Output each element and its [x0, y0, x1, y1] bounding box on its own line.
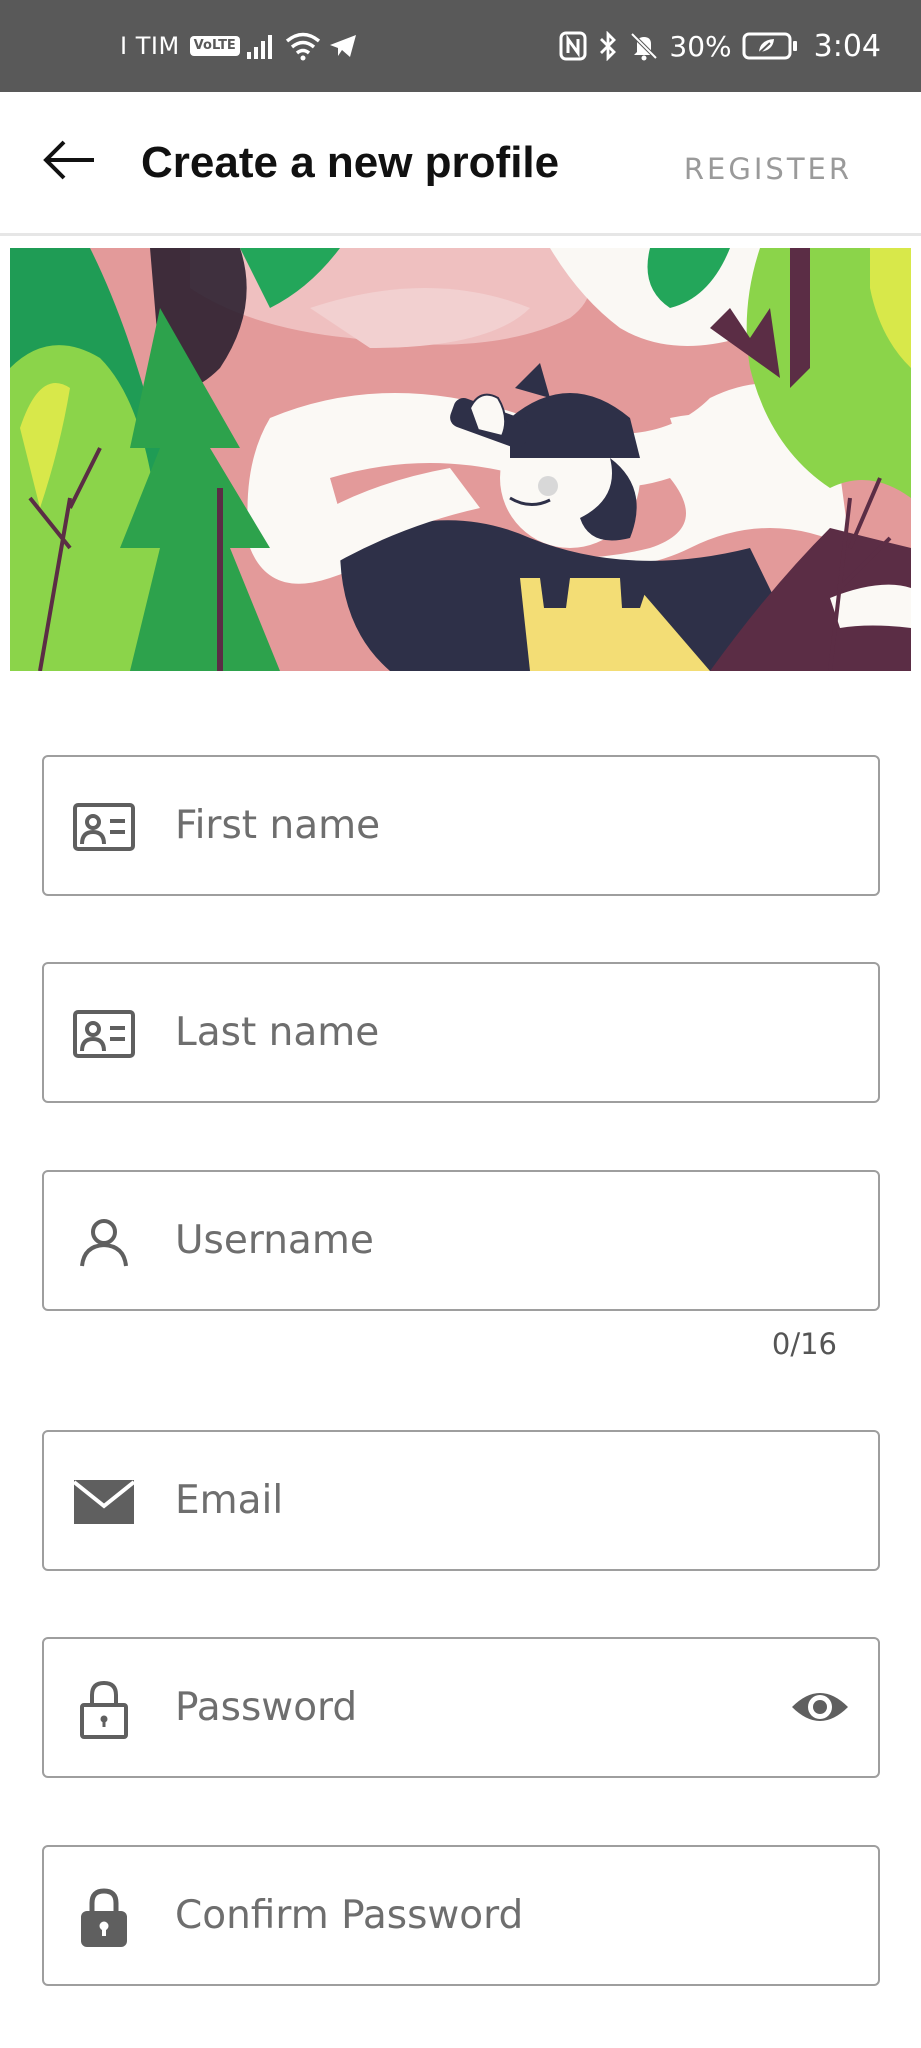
app-bar: Create a new profile REGISTER	[0, 92, 921, 236]
username-field[interactable]: Username	[42, 1170, 880, 1311]
id-card-icon	[72, 795, 136, 859]
lock-filled-icon	[72, 1885, 136, 1949]
confirm-password-field[interactable]: Confirm Password	[42, 1845, 880, 1986]
status-bar-right: 30% 3:04	[559, 0, 881, 92]
last-name-placeholder: Last name	[175, 1010, 380, 1055]
create-profile-screen: I TIM VoLTE 30% 3:04 Create a new profil…	[0, 0, 921, 2048]
person-icon	[72, 1210, 136, 1274]
eye-icon[interactable]	[790, 1679, 850, 1735]
first-name-field[interactable]: First name	[42, 755, 880, 896]
confirm-password-placeholder: Confirm Password	[175, 1893, 524, 1938]
bluetooth-icon	[597, 31, 619, 61]
back-button[interactable]	[40, 136, 100, 184]
bell-muted-icon	[629, 31, 659, 61]
battery-percentage: 30%	[669, 29, 732, 63]
signal-icon	[246, 32, 278, 60]
email-field[interactable]: Email	[42, 1430, 880, 1571]
first-name-placeholder: First name	[175, 803, 381, 848]
last-name-field[interactable]: Last name	[42, 962, 880, 1103]
volte-badge: VoLTE	[189, 36, 240, 56]
password-placeholder: Password	[175, 1685, 358, 1730]
carrier-name: I TIM	[120, 32, 180, 60]
id-card-icon	[72, 1002, 136, 1066]
email-placeholder: Email	[175, 1478, 284, 1523]
lock-outline-icon	[72, 1677, 136, 1741]
telegram-icon	[328, 33, 358, 59]
wifi-icon	[284, 31, 322, 61]
clock-time: 3:04	[813, 28, 881, 64]
username-placeholder: Username	[175, 1218, 374, 1263]
hero-illustration	[10, 248, 911, 671]
status-bar: I TIM VoLTE 30% 3:04	[0, 0, 921, 92]
envelope-icon	[72, 1470, 136, 1534]
register-button[interactable]: REGISTER	[684, 152, 852, 186]
hiker-illustration	[10, 248, 911, 671]
password-field[interactable]: Password	[42, 1637, 880, 1778]
username-char-counter: 0/16	[771, 1327, 837, 1361]
battery-icon	[742, 32, 798, 60]
page-title: Create a new profile	[141, 138, 560, 187]
arrow-left-icon	[40, 140, 100, 188]
status-bar-left: I TIM VoLTE	[120, 0, 358, 92]
nfc-icon	[559, 31, 587, 61]
